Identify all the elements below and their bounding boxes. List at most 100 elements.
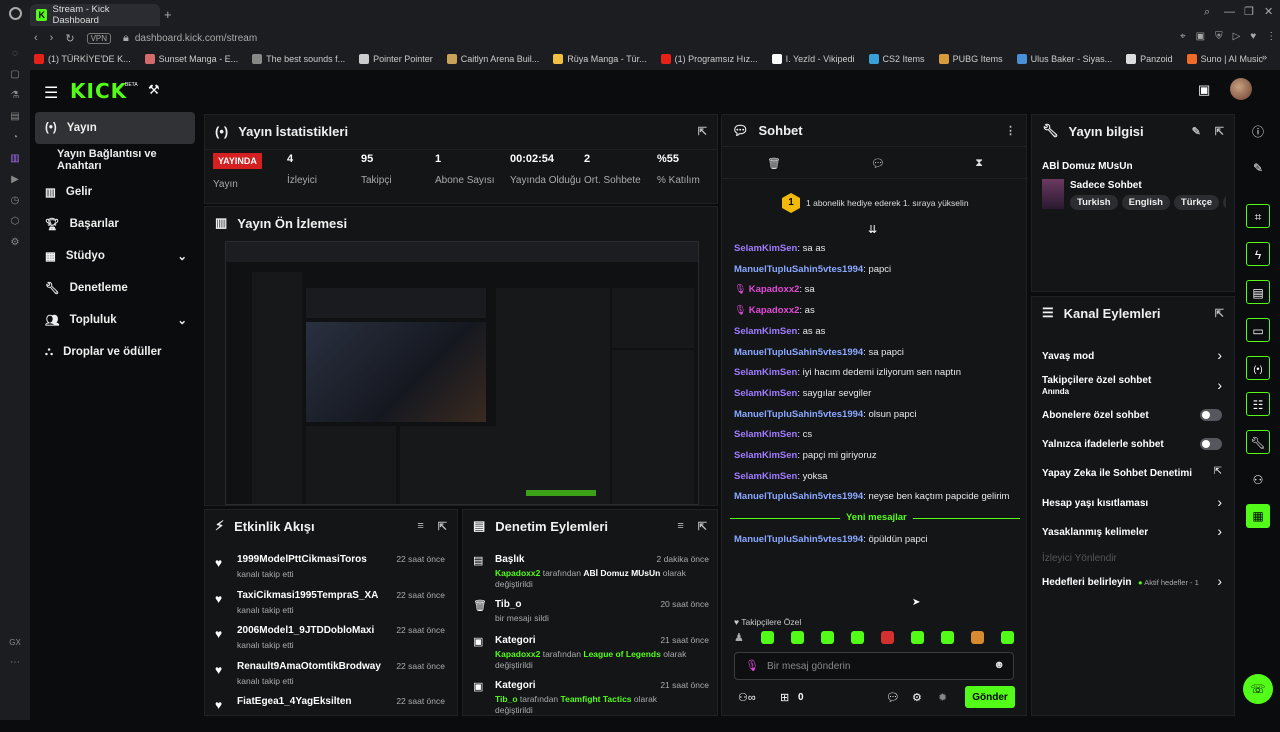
moderator-name[interactable]: Tib_o	[495, 694, 518, 704]
emote-icon[interactable]	[760, 631, 774, 644]
avatar[interactable]	[1230, 78, 1252, 100]
chat-username[interactable]: SelamKimSen	[734, 429, 797, 440]
gear-icon[interactable]: ⚙	[912, 691, 922, 704]
url-field[interactable]: dashboard.kick.com/stream	[135, 33, 257, 44]
bookmark-item[interactable]: Panzoid	[1126, 54, 1173, 64]
broadcast-icon[interactable]: (•)	[1246, 356, 1270, 380]
hourglass-icon[interactable]: ⧗	[975, 157, 983, 170]
heart-icon[interactable]: ♥	[1250, 31, 1256, 42]
badge-icon[interactable]: ✹	[938, 691, 947, 704]
menu-icon[interactable]: ⋮	[1266, 31, 1276, 42]
emote-icon[interactable]	[970, 631, 984, 644]
sidebar-settings-icon[interactable]: ⚙	[11, 237, 20, 248]
chat-icon[interactable]: ▭	[1246, 318, 1270, 342]
shield-icon[interactable]: ⛨	[1215, 31, 1223, 42]
activity-item[interactable]: ♥ FiatEgea1_4YagEksilten 22 saat önce	[215, 696, 445, 732]
emote-icon[interactable]	[940, 631, 954, 644]
camera-toggle-icon[interactable]: ▣	[1198, 82, 1210, 98]
chat-input[interactable]: 🎙︎ Bir mesaj gönderin ☻	[734, 652, 1014, 680]
bookmark-item[interactable]: Caitlyn Arena Buil...	[446, 54, 539, 64]
more-options-icon[interactable]: ⋮	[1005, 124, 1016, 137]
scroll-pin-icon[interactable]: ⇊	[868, 223, 877, 236]
activity-item[interactable]: ♥ TaxiCikmasi1995TempraS_XA kanalı takip e…	[215, 590, 445, 626]
chat-username[interactable]: ManuelTupluSahin5vtes1994	[734, 347, 863, 358]
sidebar-item-studio[interactable]: ▦ Stüdyo ⌄	[35, 240, 195, 272]
infinity-points-icon[interactable]: ⚇∞	[738, 691, 756, 704]
sidebar-player-icon[interactable]: ▶	[11, 174, 19, 185]
close-icon[interactable]: ✕	[1264, 5, 1273, 18]
sidebar-history-icon[interactable]: ◷	[11, 195, 20, 206]
moderator-name[interactable]: Kapadoxx2	[495, 649, 540, 659]
chat-username[interactable]: ManuelTupluSahin5vtes1994	[734, 409, 863, 420]
sidebar-item-moderation[interactable]: 🔧︎ Denetleme	[35, 272, 195, 304]
person-icon[interactable]: ♟	[734, 631, 744, 647]
info-icon[interactable]: ⓘ	[1246, 120, 1270, 144]
trash-icon[interactable]: 🗑︎	[767, 157, 781, 170]
chat-username[interactable]: SelamKimSen	[734, 243, 797, 254]
emote-icon[interactable]	[850, 631, 864, 644]
bookmark-item[interactable]: Ulus Baker - Siyas...	[1016, 54, 1112, 64]
filter-icon[interactable]: ≡	[677, 520, 683, 533]
popout-icon[interactable]: ⇱	[1215, 307, 1224, 320]
gift-icon[interactable]: ⊞	[780, 691, 789, 704]
bookmark-item[interactable]: Pointer Pointer	[359, 54, 433, 64]
sidebar-item-stream-key[interactable]: Yayın Bağlantısı ve Anahtarı	[35, 144, 195, 176]
popout-icon[interactable]: ⇱	[698, 520, 707, 533]
maximize-icon[interactable]: ❐	[1244, 5, 1254, 18]
bookmark-item[interactable]: I. Yezîd - Vikipedi	[771, 54, 855, 64]
lightning-icon[interactable]: ϟ	[1246, 242, 1270, 266]
sidebar-item-community[interactable]: 👥︎ Topluluk ⌄	[35, 304, 195, 336]
chat-username[interactable]: ManuelTupluSahin5vtes1994	[734, 534, 863, 545]
chat-username[interactable]: ManuelTupluSahin5vtes1994	[734, 491, 863, 502]
emotes-only-toggle[interactable]	[1200, 438, 1222, 450]
sidebar-item-drops[interactable]: ⛬ Droplar ve ödüller	[35, 336, 195, 368]
edit-icon[interactable]: ✎	[1192, 125, 1201, 138]
bookmark-item[interactable]: CS2 Items	[868, 54, 925, 64]
emote-icon[interactable]	[880, 631, 894, 644]
bookmark-item[interactable]: (1) TÜRKİYE'DE K...	[34, 54, 131, 64]
chat-username[interactable]: SelamKimSen	[734, 367, 797, 378]
popout-icon[interactable]: ⇱	[1215, 125, 1224, 138]
bookmark-item[interactable]: (1) Programsız Hız...	[660, 54, 758, 64]
game-icon[interactable]: ▦	[1246, 504, 1270, 528]
clip-icon[interactable]: ⌗	[1246, 204, 1270, 228]
bookmark-item[interactable]: Sunset Manga - E...	[144, 54, 238, 64]
gx-icon[interactable]: GX	[9, 638, 21, 647]
chat-username[interactable]: SelamKimSen	[734, 326, 797, 337]
edit-icon[interactable]: ✎	[1246, 156, 1270, 180]
sidebar-item-achievements[interactable]: 🏆︎ Başarılar	[35, 208, 195, 240]
sidebar-twitch-icon[interactable]: ▥	[10, 153, 19, 164]
chat-bubble-icon[interactable]: 💬︎	[886, 691, 900, 704]
forward-icon[interactable]: ›	[50, 32, 54, 44]
chat-bubble-icon[interactable]: 💬︎	[871, 157, 885, 170]
category-name[interactable]: Sadece Sohbet	[1070, 180, 1142, 191]
emote-icon[interactable]	[1000, 631, 1014, 644]
gift-promo-text[interactable]: 1 abonelik hediye ederek 1. sıraya yükse…	[806, 198, 969, 208]
notes-icon[interactable]: ▤	[1246, 280, 1270, 304]
activity-item[interactable]: ♥ Renault9AmaOtomtikBrodway kanalı takip e…	[215, 661, 445, 697]
sidebar-item-revenue[interactable]: ▥ Gelir	[35, 176, 195, 208]
kick-logo[interactable]: KICK	[70, 79, 127, 103]
back-icon[interactable]: ‹	[34, 32, 38, 44]
bookmark-item[interactable]: Suno | AI Music	[1186, 54, 1263, 64]
minimize-icon[interactable]: —	[1224, 6, 1235, 18]
actions-icon[interactable]: ☷	[1246, 392, 1270, 416]
sidebar-chat-icon[interactable]: ▢	[10, 69, 19, 80]
moderator-name[interactable]: Kapadoxx2	[495, 568, 540, 578]
popout-icon[interactable]: ⇱	[438, 520, 447, 533]
filter-icon[interactable]: ≡	[417, 520, 423, 533]
chat-username[interactable]: SelamKimSen	[734, 388, 797, 399]
sidebar-item-stream[interactable]: (•) Yayın	[35, 112, 195, 144]
chat-username[interactable]: Kapadoxx2	[749, 284, 800, 295]
search-icon[interactable]: ⌕	[1204, 6, 1210, 19]
vpn-badge[interactable]: VPN	[86, 32, 112, 44]
chat-username[interactable]: SelamKimSen	[734, 450, 797, 461]
stream-preview-video[interactable]	[225, 241, 699, 505]
activity-item[interactable]: ♥ 2006Model1_9JTDDobloMaxi kanalı takip et…	[215, 625, 445, 661]
wrench-icon[interactable]: 🔧︎	[1246, 430, 1270, 454]
chat-username[interactable]: Kapadoxx2	[749, 305, 800, 316]
reload-icon[interactable]: ↻	[65, 32, 74, 45]
send-button[interactable]: Gönder	[965, 686, 1015, 708]
share-icon[interactable]: ⚇	[1246, 468, 1270, 492]
opera-logo-icon[interactable]	[9, 7, 22, 20]
